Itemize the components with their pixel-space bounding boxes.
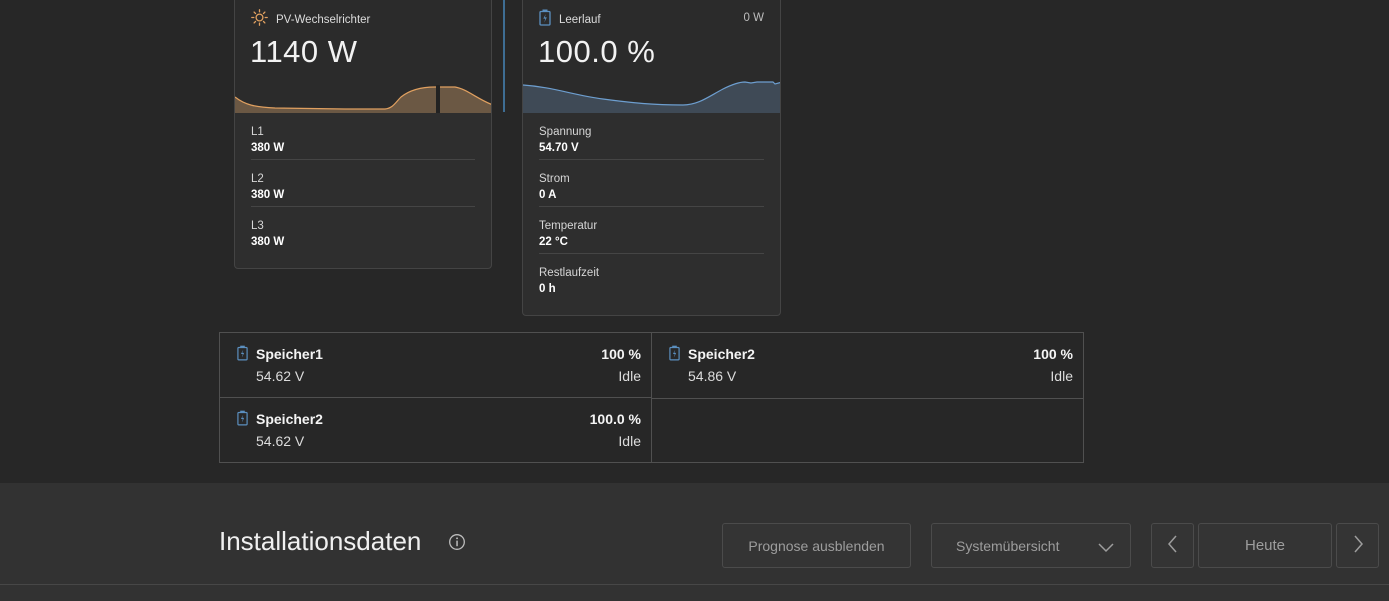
- battery-icon: [539, 9, 551, 31]
- battery-card-title: Leerlauf: [559, 14, 601, 26]
- battery-soc-value: 100.0 %: [538, 34, 656, 69]
- battery-row-runtime: Restlaufzeit 0 h: [539, 254, 764, 301]
- battery-icon: [237, 410, 248, 431]
- battery-row-temperature: Temperatur 22 °C: [539, 207, 764, 254]
- row-value: 54.70 V: [539, 142, 579, 154]
- row-label: Spannung: [539, 126, 592, 138]
- battery-item-speicher2-b[interactable]: Speicher2 54.62 V 100.0 % Idle: [220, 398, 652, 463]
- row-label: Restlaufzeit: [539, 267, 600, 279]
- row-value: 0 A: [539, 189, 557, 201]
- battery-power: 0 W: [743, 12, 764, 24]
- row-label: L1: [251, 126, 264, 138]
- battery-icon: [669, 345, 680, 366]
- battery-card[interactable]: Leerlauf 0 W 100.0 % Spannung 54.70 V St…: [522, 0, 781, 316]
- pv-row-l3: L3 380 W: [251, 207, 475, 254]
- battery-card-header: Leerlauf 0 W 100.0 %: [523, 0, 780, 113]
- grid-divider-right: [652, 398, 1083, 399]
- battery-row-current: Strom 0 A: [539, 160, 764, 207]
- pv-inverter-card[interactable]: PV-Wechselrichter 1140 W L1 380 W L2 380…: [234, 0, 492, 269]
- pv-sparkline: [235, 85, 491, 113]
- connector-line: [503, 0, 505, 112]
- sun-icon: [251, 9, 268, 31]
- previous-day-button[interactable]: [1151, 523, 1194, 568]
- battery-voltage: 54.62 V: [256, 368, 305, 384]
- battery-sparkline: [523, 81, 780, 113]
- chevron-down-icon: [1098, 540, 1114, 556]
- battery-icon: [237, 345, 248, 366]
- row-label: Strom: [539, 173, 570, 185]
- next-day-button[interactable]: [1336, 523, 1379, 568]
- row-value: 380 W: [251, 236, 285, 248]
- battery-item-speicher2[interactable]: Speicher2 54.86 V 100 % Idle: [652, 333, 1084, 398]
- battery-name: Speicher2: [256, 411, 323, 427]
- row-value: 380 W: [251, 189, 285, 201]
- row-label: Temperatur: [539, 220, 598, 232]
- pv-row-l2: L2 380 W: [251, 160, 475, 207]
- chevron-left-icon: [1167, 535, 1178, 556]
- battery-state: Idle: [618, 368, 641, 384]
- info-icon[interactable]: [448, 533, 466, 556]
- chevron-right-icon: [1353, 535, 1363, 556]
- battery-voltage: 54.86 V: [688, 368, 737, 384]
- pv-card-title: PV-Wechselrichter: [276, 14, 371, 26]
- battery-percent: 100.0 %: [589, 411, 641, 427]
- pv-power-value: 1140 W: [250, 34, 358, 69]
- row-value: 0 h: [539, 283, 556, 295]
- bottom-divider: [0, 584, 1389, 585]
- battery-percent: 100 %: [601, 346, 641, 362]
- pv-row-l1: L1 380 W: [251, 113, 475, 160]
- installation-data-bar: Installationsdaten Prognose ausblenden S…: [0, 483, 1389, 601]
- battery-state: Idle: [618, 433, 641, 449]
- battery-item-speicher1[interactable]: Speicher1 54.62 V 100 % Idle: [220, 333, 652, 398]
- battery-name: Speicher2: [688, 346, 755, 362]
- pv-card-header: PV-Wechselrichter 1140 W: [235, 0, 491, 113]
- row-label: L3: [251, 220, 264, 232]
- section-title: Installationsdaten: [219, 526, 422, 556]
- battery-name: Speicher1: [256, 346, 323, 362]
- row-value: 380 W: [251, 142, 285, 154]
- view-select[interactable]: Systemübersicht: [931, 523, 1131, 568]
- date-button[interactable]: Heute: [1198, 523, 1332, 568]
- battery-voltage: 54.62 V: [256, 433, 305, 449]
- battery-percent: 100 %: [1033, 346, 1073, 362]
- view-select-value: Systemübersicht: [956, 537, 1060, 554]
- battery-state: Idle: [1050, 368, 1073, 384]
- battery-row-voltage: Spannung 54.70 V: [539, 113, 764, 160]
- hide-forecast-button[interactable]: Prognose ausblenden: [722, 523, 911, 568]
- row-value: 22 °C: [539, 236, 568, 248]
- battery-list: Speicher1 54.62 V 100 % Idle Speicher2 5…: [219, 332, 1084, 463]
- row-label: L2: [251, 173, 264, 185]
